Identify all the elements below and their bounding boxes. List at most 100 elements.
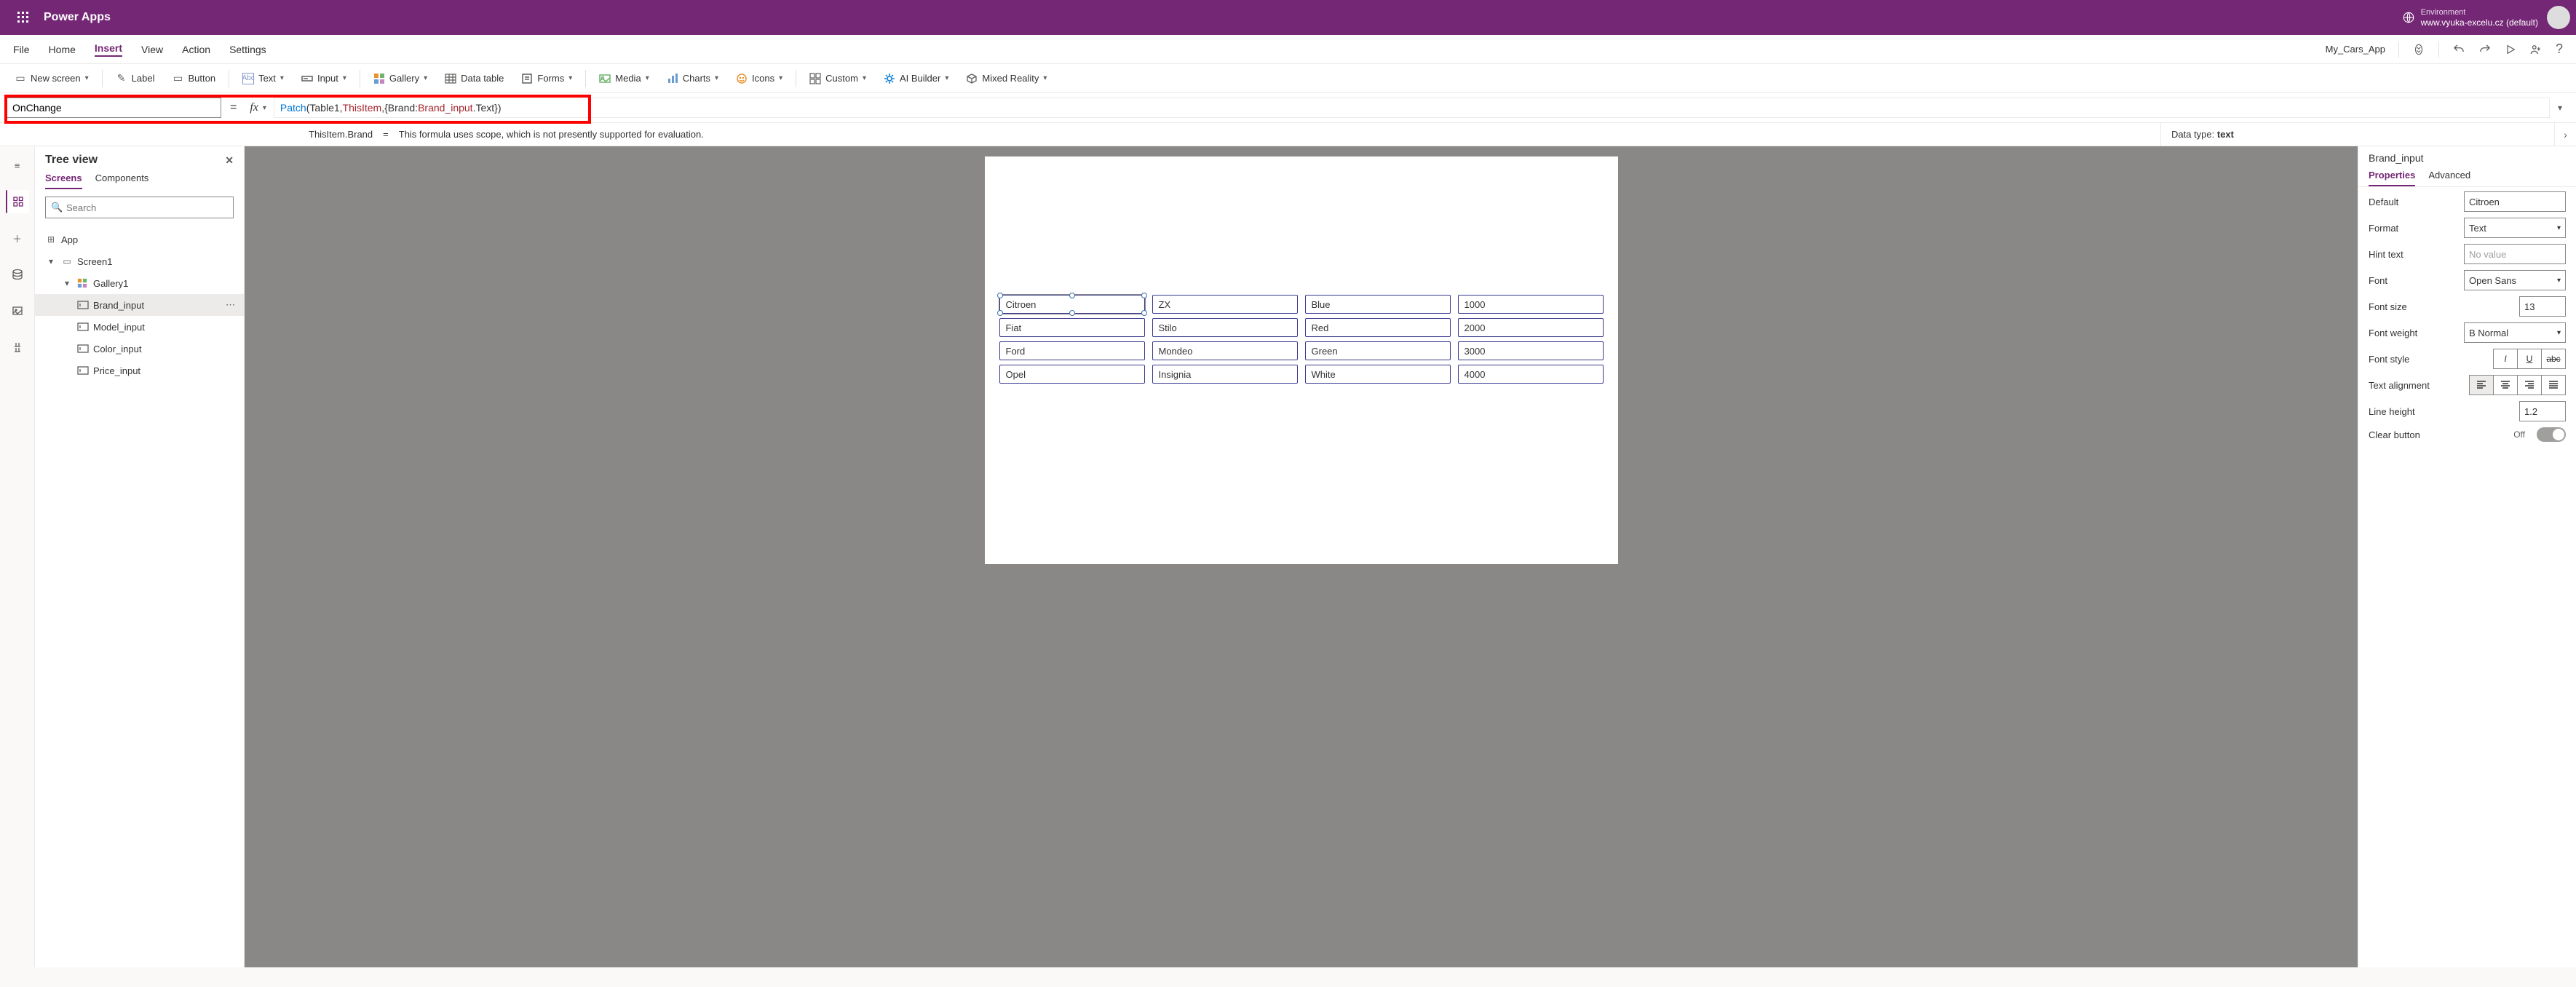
next-result-icon[interactable]: › [2554, 123, 2576, 146]
rail-data-icon[interactable] [6, 263, 29, 286]
waffle-icon[interactable] [6, 12, 41, 23]
button-button[interactable]: ▭Button [165, 70, 223, 87]
tree-item[interactable]: Brand_input⋯ [35, 294, 244, 316]
selection-handle[interactable] [1141, 293, 1147, 298]
underline-button[interactable]: U [2517, 349, 2542, 369]
tab-components[interactable]: Components [95, 173, 149, 189]
undo-icon[interactable] [2452, 43, 2465, 56]
mixed-reality-button[interactable]: Mixed Reality▾ [959, 70, 1054, 87]
tree-search-input[interactable] [45, 197, 234, 218]
selection-handle[interactable] [997, 310, 1003, 316]
gallery-cell[interactable]: White [1305, 365, 1451, 384]
prop-font-select[interactable]: Open Sans▾ [2464, 270, 2566, 290]
gallery-cell[interactable]: Fiat [999, 318, 1145, 337]
tree-item[interactable]: ⊞App [35, 229, 244, 250]
app-title: Power Apps [44, 11, 111, 24]
label-button[interactable]: ✎Label [108, 70, 162, 87]
selection-handle[interactable] [997, 293, 1003, 298]
rail-tools-icon[interactable] [6, 336, 29, 359]
fx-icon[interactable]: fx [245, 101, 263, 114]
help-icon[interactable]: ? [2556, 41, 2563, 57]
italic-button[interactable]: I [2493, 349, 2518, 369]
screen-icon: ▭ [61, 256, 73, 266]
gallery-cell[interactable]: Red [1305, 318, 1451, 337]
tab-advanced[interactable]: Advanced [2428, 170, 2470, 186]
clear-toggle[interactable] [2537, 427, 2566, 442]
text-button[interactable]: AbcText▾ [235, 70, 291, 87]
gallery-cell[interactable]: Blue [1305, 295, 1451, 314]
gallery-cell[interactable]: ZX [1152, 295, 1298, 314]
rail-tree-icon[interactable] [6, 190, 29, 213]
menu-file[interactable]: File [13, 44, 30, 55]
prop-default-label: Default [2369, 197, 2457, 207]
align-center-button[interactable] [2493, 375, 2518, 395]
app-header: Power Apps Environment www.vyuka-excelu.… [0, 0, 2576, 35]
prop-lineheight-input[interactable]: 1.2 [2519, 401, 2566, 421]
close-icon[interactable]: ✕ [225, 154, 234, 167]
chevron-down-icon: ▾ [61, 278, 73, 288]
strike-button[interactable]: abc [2541, 349, 2566, 369]
input-button[interactable]: Input▾ [294, 70, 354, 87]
selection-handle[interactable] [1069, 310, 1075, 316]
prop-format-select[interactable]: Text▾ [2464, 218, 2566, 238]
charts-button[interactable]: Charts▾ [659, 70, 726, 87]
formula-input[interactable]: Patch(Table1,ThisItem,{Brand:Brand_input… [274, 98, 2550, 118]
rail-media-icon[interactable] [6, 299, 29, 322]
gallery-cell[interactable]: Mondeo [1152, 341, 1298, 360]
property-selector[interactable] [6, 98, 221, 118]
gallery-cell[interactable]: Insignia [1152, 365, 1298, 384]
menu-view[interactable]: View [141, 44, 163, 55]
prop-fontsize-input[interactable]: 13 [2519, 296, 2566, 317]
forms-button[interactable]: Forms▾ [514, 70, 579, 87]
menu-home[interactable]: Home [49, 44, 76, 55]
gallery-cell[interactable]: 4000 [1458, 365, 1604, 384]
formula-result-label: ThisItem.Brand [309, 129, 373, 140]
tab-screens[interactable]: Screens [45, 173, 82, 189]
gallery-cell[interactable]: Ford [999, 341, 1145, 360]
expand-formula-icon[interactable]: ▾ [2550, 103, 2570, 113]
tree-item[interactable]: ▾Gallery1 [35, 272, 244, 294]
gallery-cell[interactable]: 1000 [1458, 295, 1604, 314]
menu-settings[interactable]: Settings [229, 44, 266, 55]
screen-surface[interactable]: Citroen ZX Blue 1000 Fiat Stilo Red 2000 Ford Mon… [985, 156, 1618, 564]
share-icon[interactable] [2529, 43, 2543, 56]
media-button[interactable]: Media▾ [592, 70, 656, 87]
prop-default-input[interactable]: Citroen [2464, 191, 2566, 212]
align-justify-button[interactable] [2541, 375, 2566, 395]
tree-item[interactable]: ▾▭Screen1 [35, 250, 244, 272]
tree-item[interactable]: Color_input [35, 338, 244, 360]
environment-picker[interactable]: Environment www.vyuka-excelu.cz (default… [2402, 7, 2538, 28]
prop-fontweight-select[interactable]: B Normal▾ [2464, 322, 2566, 343]
gallery-cell[interactable]: Stilo [1152, 318, 1298, 337]
data-table-button[interactable]: Data table [437, 70, 511, 87]
align-left-button[interactable] [2469, 375, 2494, 395]
gallery-cell[interactable]: Opel [999, 365, 1145, 384]
tree-item[interactable]: Price_input [35, 360, 244, 381]
gallery-cell[interactable]: 3000 [1458, 341, 1604, 360]
menu-action[interactable]: Action [182, 44, 210, 55]
tab-properties[interactable]: Properties [2369, 170, 2415, 186]
more-icon[interactable]: ⋯ [226, 299, 237, 311]
icons-button[interactable]: Icons▾ [729, 70, 790, 87]
menu-insert[interactable]: Insert [95, 42, 122, 57]
selection-handle[interactable] [1141, 310, 1147, 316]
avatar[interactable] [2547, 6, 2570, 29]
app-checker-icon[interactable] [2412, 43, 2425, 56]
custom-button[interactable]: Custom▾ [802, 70, 873, 87]
rail-insert-icon[interactable]: ＋ [6, 226, 29, 250]
prop-hint-input[interactable]: No value [2464, 244, 2566, 264]
gallery-cell[interactable]: Green [1305, 341, 1451, 360]
rail-hamburger-icon[interactable]: ≡ [6, 154, 29, 177]
gallery-cell[interactable]: Citroen [999, 295, 1145, 314]
align-right-button[interactable] [2517, 375, 2542, 395]
redo-icon[interactable] [2478, 43, 2492, 56]
ai-builder-button[interactable]: AI Builder▾ [876, 70, 956, 87]
new-screen-button[interactable]: ▭New screen▾ [7, 70, 96, 87]
selection-handle[interactable] [1069, 293, 1075, 298]
prop-textalign-label: Text alignment [2369, 380, 2462, 391]
fx-dropdown-icon[interactable]: ▾ [263, 104, 266, 112]
play-icon[interactable] [2505, 44, 2516, 55]
gallery-button[interactable]: Gallery▾ [366, 70, 435, 87]
gallery-cell[interactable]: 2000 [1458, 318, 1604, 337]
tree-item[interactable]: Model_input [35, 316, 244, 338]
